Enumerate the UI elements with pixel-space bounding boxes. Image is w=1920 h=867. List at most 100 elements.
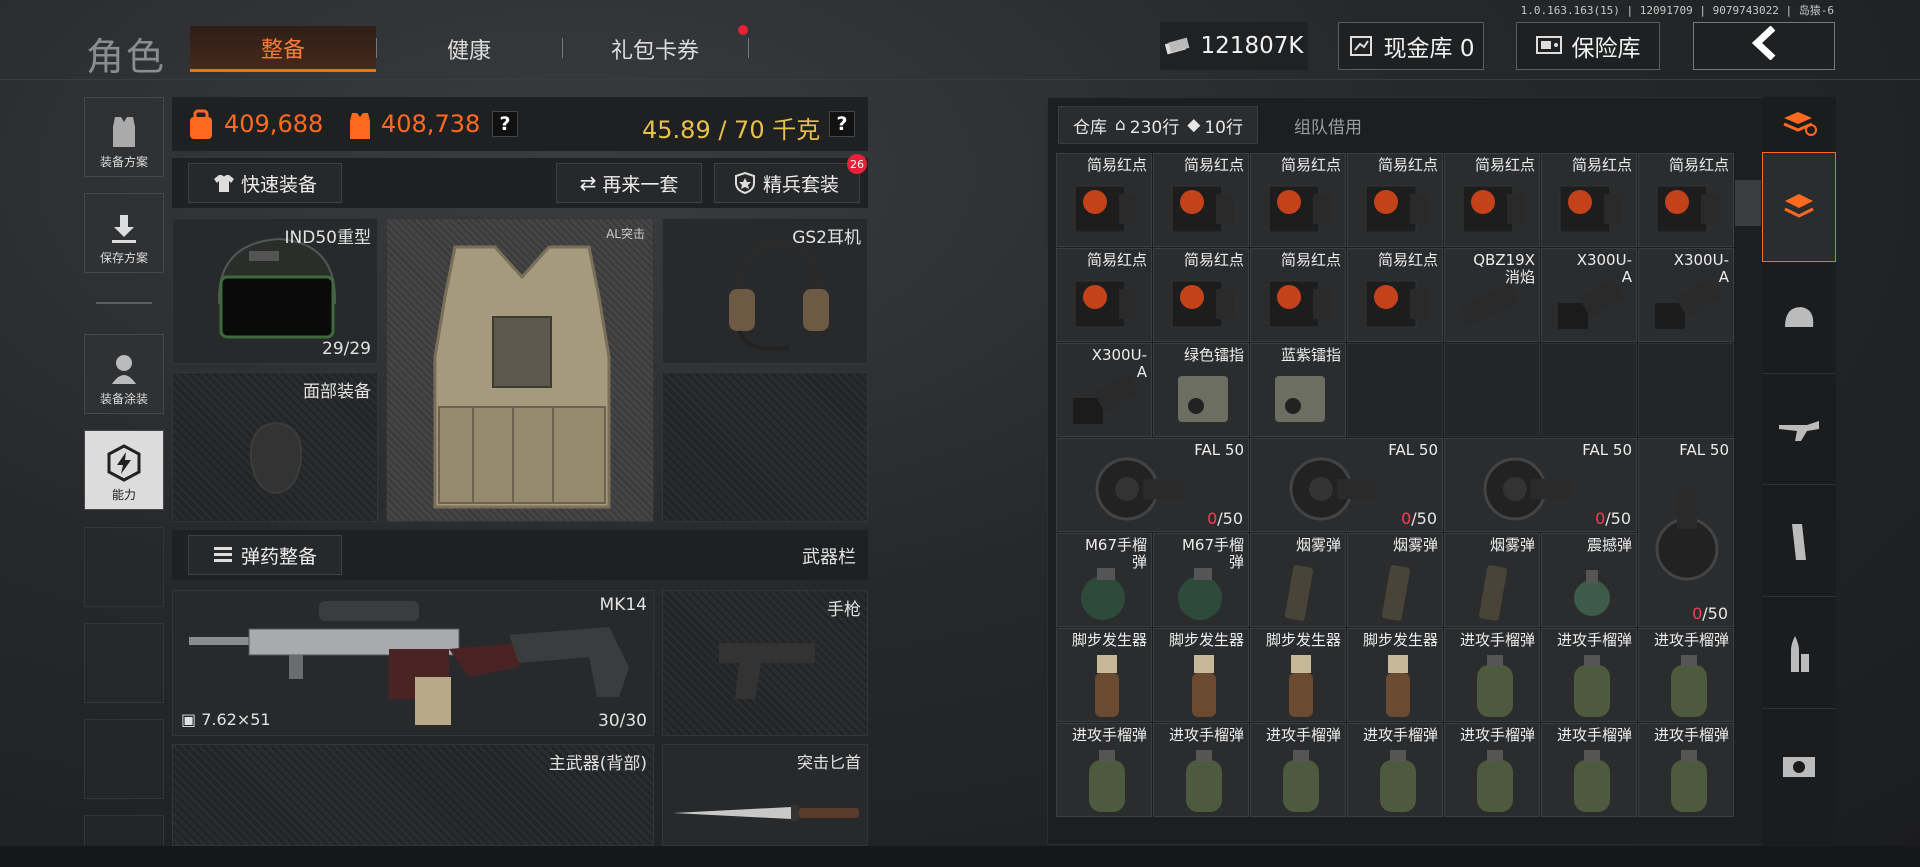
pistol-slot-label: 手枪 — [827, 600, 861, 620]
warehouse-item[interactable]: 进攻手榴弹 — [1638, 723, 1734, 817]
armor-vest-icon — [433, 245, 611, 509]
warehouse-item[interactable]: 脚步发生器 — [1056, 628, 1152, 722]
back-button[interactable] — [1693, 22, 1835, 70]
tab-warehouse[interactable]: 仓库 ⌂ 230行 ◆ 10行 — [1058, 106, 1258, 144]
warehouse-item[interactable]: 简易红点 — [1056, 248, 1152, 342]
loadout-plan-button[interactable]: 装备方案 — [84, 97, 164, 177]
tab-loadout[interactable]: 整备 — [190, 26, 376, 72]
empty-grid-cell[interactable] — [1347, 343, 1443, 437]
warehouse-item[interactable]: 进攻手榴弹 — [1153, 723, 1249, 817]
warehouse-item[interactable]: 简易红点 — [1347, 248, 1443, 342]
warehouse-item[interactable]: 震撼弹 — [1541, 533, 1637, 627]
tab-gift-coupons[interactable]: 礼包卡券 — [562, 26, 748, 72]
equipment-skin-button[interactable]: 装备涂装 — [84, 334, 164, 414]
warehouse-item[interactable]: FAL 50 0/50 — [1056, 438, 1249, 532]
warehouse-item[interactable]: 简易红点 — [1056, 153, 1152, 247]
category-helmet[interactable] — [1762, 264, 1836, 374]
warehouse-item[interactable]: 进攻手榴弹 — [1347, 723, 1443, 817]
item-name: X300U- A — [1091, 346, 1147, 381]
headset-slot[interactable]: GS2耳机 — [662, 218, 868, 364]
empty-equipment-slot[interactable] — [662, 372, 868, 522]
warehouse-item[interactable]: X300U- A — [1638, 248, 1734, 342]
warehouse-item[interactable]: 进攻手榴弹 — [1444, 628, 1540, 722]
footstep-emitter-icon — [1386, 655, 1410, 717]
category-all[interactable] — [1762, 152, 1836, 262]
helmet-icon — [217, 237, 337, 339]
category-magazine[interactable] — [1762, 487, 1836, 597]
warehouse-item[interactable]: M67手榴 弹 — [1056, 533, 1152, 627]
warehouse-item[interactable]: 进攻手榴弹 — [1444, 723, 1540, 817]
count-current: 0 — [1692, 604, 1703, 623]
back-weapon-slot[interactable]: 主武器(背部) — [172, 744, 654, 846]
item-name: 烟雾弹 — [1295, 536, 1341, 554]
lightning-icon — [107, 444, 141, 482]
cash-vault-button[interactable]: 现金库 0 — [1338, 22, 1484, 70]
tab-health[interactable]: 健康 — [376, 26, 562, 72]
offensive-grenade-icon — [1380, 750, 1416, 812]
save-plan-button[interactable]: 保存方案 — [84, 193, 164, 273]
face-slot-label: 面部装备 — [303, 382, 371, 402]
warehouse-item[interactable]: X300U- A — [1541, 248, 1637, 342]
warehouse-item[interactable]: QBZ19X 消焰 — [1444, 248, 1540, 342]
pistol-slot[interactable]: 手枪 — [662, 590, 868, 736]
category-rifle[interactable] — [1762, 375, 1836, 485]
warehouse-item[interactable]: 简易红点 — [1638, 153, 1734, 247]
warehouse-item[interactable]: 脚步发生器 — [1250, 628, 1346, 722]
quick-equip-label: 快速装备 — [240, 173, 317, 196]
face-slot[interactable]: 面部装备 — [172, 372, 378, 522]
vest-slot[interactable]: AL突击 — [386, 218, 654, 522]
item-name: 脚步发生器 — [1168, 631, 1244, 649]
warehouse-item[interactable]: 简易红点 — [1250, 248, 1346, 342]
warehouse-item[interactable]: FAL 50 0/50 — [1638, 438, 1734, 627]
item-name: 简易红点 — [1086, 251, 1147, 269]
count-current: 0 — [1401, 509, 1412, 528]
warehouse-item[interactable]: 进攻手榴弹 — [1056, 723, 1152, 817]
knife-slot[interactable]: 突击匕首 — [662, 744, 868, 846]
tab-team-borrow[interactable]: 组队借用 — [1258, 106, 1398, 144]
warehouse-item[interactable]: 烟雾弹 — [1347, 533, 1443, 627]
warehouse-item[interactable]: 进攻手榴弹 — [1541, 628, 1637, 722]
warehouse-item[interactable]: 蓝紫镭指 — [1250, 343, 1346, 437]
redo-loadout-button[interactable]: ⇄ 再来一套 — [556, 163, 702, 203]
category-ammo[interactable] — [1762, 599, 1836, 709]
ammo-icon — [213, 547, 232, 562]
help-button[interactable]: ? — [492, 111, 518, 137]
ammo-loadout-button[interactable]: 弹药整备 — [188, 535, 342, 575]
warehouse-item[interactable]: 烟雾弹 — [1250, 533, 1346, 627]
empty-grid-cell[interactable] — [1444, 343, 1540, 437]
warehouse-item[interactable]: X300U- A — [1056, 343, 1152, 437]
warehouse-item[interactable]: 进攻手榴弹 — [1541, 723, 1637, 817]
warehouse-item[interactable]: 脚步发生器 — [1153, 628, 1249, 722]
sort-button[interactable] — [1762, 97, 1836, 149]
ability-button[interactable]: 能力 — [84, 430, 164, 510]
warehouse-item[interactable]: 进攻手榴弹 — [1638, 628, 1734, 722]
item-name: 进攻手榴弹 — [1168, 726, 1244, 744]
weight-help-button[interactable]: ? — [829, 111, 855, 137]
warehouse-item[interactable]: 脚步发生器 — [1347, 628, 1443, 722]
backpack-icon — [190, 109, 212, 139]
empty-grid-cell[interactable] — [1541, 343, 1637, 437]
category-sight[interactable] — [1762, 711, 1836, 821]
warehouse-item[interactable]: 简易红点 — [1250, 153, 1346, 247]
warehouse-item[interactable]: 简易红点 — [1347, 153, 1443, 247]
knife-icon — [673, 805, 859, 821]
warehouse-item[interactable]: 简易红点 — [1153, 248, 1249, 342]
game-inventory-screen: { "version_text": "1.0.163.163(15) | 120… — [0, 0, 1920, 867]
warehouse-item[interactable]: M67手榴 弹 — [1153, 533, 1249, 627]
armor-icon — [350, 113, 370, 139]
quick-equip-button[interactable]: 快速装备 — [188, 163, 342, 203]
warehouse-item[interactable]: 简易红点 — [1153, 153, 1249, 247]
warehouse-item[interactable]: 绿色镭指 — [1153, 343, 1249, 437]
warehouse-scrollbar[interactable] — [1735, 180, 1761, 226]
empty-grid-cell[interactable] — [1638, 343, 1734, 437]
warehouse-item[interactable]: 简易红点 — [1541, 153, 1637, 247]
helmet-slot[interactable]: IND50重型 29/29 — [172, 218, 378, 364]
warehouse-item[interactable]: FAL 50 0/50 — [1444, 438, 1637, 532]
elite-kit-button[interactable]: 精兵套装 — [714, 163, 860, 203]
warehouse-item[interactable]: FAL 50 0/50 — [1250, 438, 1443, 532]
safe-button[interactable]: 保险库 — [1516, 22, 1660, 70]
primary-weapon-slot[interactable]: MK14 ▣ 7.62×51 30/30 — [172, 590, 654, 736]
warehouse-item[interactable]: 进攻手榴弹 — [1250, 723, 1346, 817]
warehouse-item[interactable]: 烟雾弹 — [1444, 533, 1540, 627]
warehouse-item[interactable]: 简易红点 — [1444, 153, 1540, 247]
